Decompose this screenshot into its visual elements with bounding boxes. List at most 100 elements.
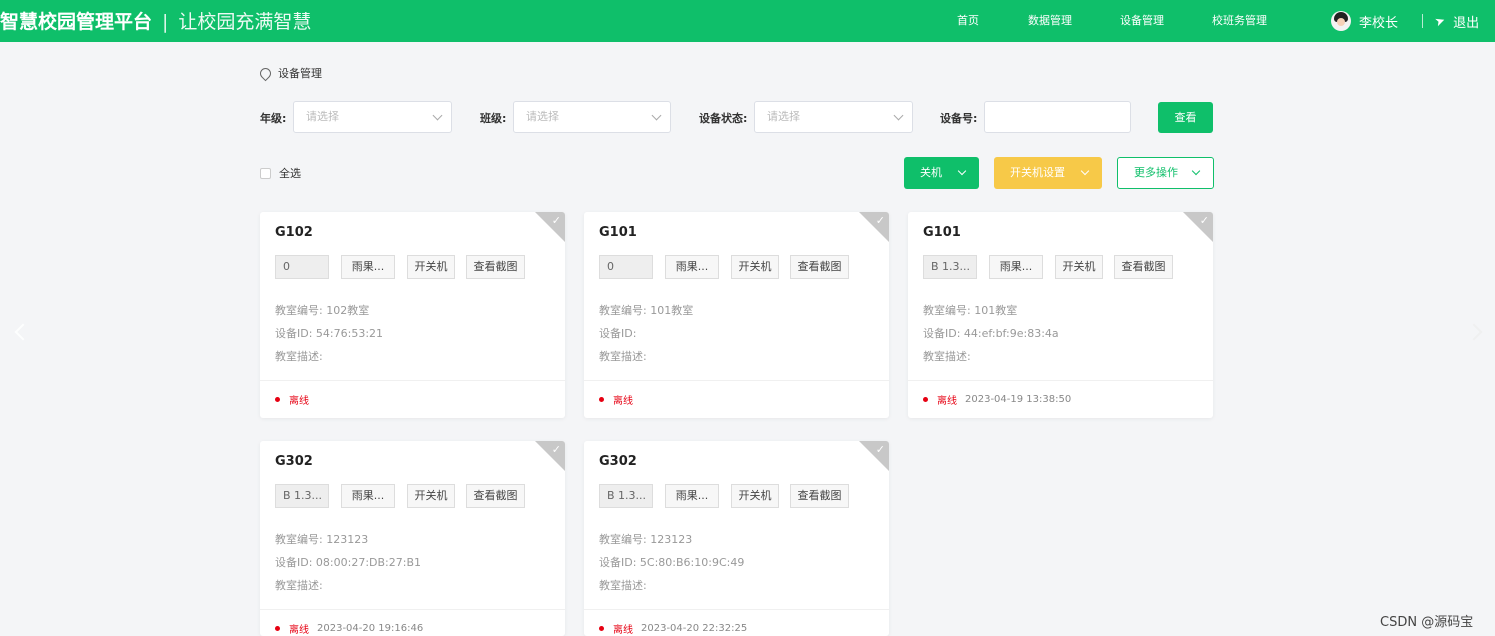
nav-class-affairs-management[interactable]: 校班务管理 [1212,12,1267,28]
brand-title: 智慧校园管理平台 [0,11,153,33]
nav-home[interactable]: 首页 [957,12,979,28]
class-placeholder: 请选择 [526,110,559,123]
device-id-label: 设备ID: [923,327,961,340]
check-icon[interactable]: ✓ [876,443,885,456]
device-card[interactable]: ✓ G101 B 1.3... 雨果... 开关机 查看截图教室编号: 101教室 设备ID… [908,212,1213,418]
device-card[interactable]: ✓ G101 0 雨果... 开关机 查看截图教室编号: 101教室 设备ID: 教室描述:… [584,212,889,418]
classroom-no-label: 教室编号: [599,533,647,546]
class-select[interactable]: 请选择 [513,101,671,133]
check-icon[interactable]: ✓ [1200,214,1209,227]
check-icon[interactable]: ✓ [552,214,561,227]
device-title: G302 [599,454,637,469]
device-status-bar: 离线 [260,380,565,418]
avatar[interactable] [1331,11,1351,31]
device-value: B 1.3... [923,255,977,279]
send-icon[interactable]: ➤ [1433,13,1447,30]
device-value: B 1.3... [599,484,653,508]
status-label: 设备状态: [699,112,748,125]
device-title: G102 [275,225,313,240]
chevron-down-icon [957,166,967,176]
classroom-no-value: 123123 [326,533,369,546]
top-bar: 智慧校园管理平台 | 让校园充满智慧 首页 数据管理 设备管理 校班务管理 李校长 … [0,0,1495,42]
user-name[interactable]: 李校长 [1359,12,1398,31]
nav-data-management[interactable]: 数据管理 [1028,12,1072,28]
chevron-down-icon [1080,166,1090,176]
classroom-no-value: 102教室 [326,304,370,317]
device-id-label: 设备ID: [599,327,637,340]
device-info: 教室编号: 123123 设备ID: 08:00:27:DB:27:B1 教室描述: [275,528,421,597]
more-actions-button[interactable]: 更多操作 [1117,157,1214,189]
status-timestamp: 2023-04-19 13:38:50 [965,394,1072,405]
carousel-prev-icon[interactable] [14,323,32,341]
device-card[interactable]: ✓ G102 0 雨果... 开关机 查看截图 教室编号: 102教室 设备ID: 54:76… [260,212,565,418]
view-screenshot-button[interactable]: 查看截图 [790,255,849,279]
device-option-button[interactable]: 雨果... [341,484,395,508]
power-settings-button[interactable]: 开关机设置 [994,157,1102,189]
shutdown-button[interactable]: 关机 [904,157,979,189]
classroom-no-label: 教室编号: [275,304,323,317]
view-screenshot-button[interactable]: 查看截图 [790,484,849,508]
grade-select[interactable]: 请选择 [293,101,452,133]
device-status-bar: 离线 2023-04-20 22:32:25 [584,609,889,636]
watermark: CSDN @源码宝 [1380,615,1474,630]
device-option-button[interactable]: 雨果... [665,255,719,279]
power-toggle-button[interactable]: 开关机 [731,484,779,508]
device-card[interactable]: ✓ G302 B 1.3... 雨果... 开关机 查看截图教室编号: 123123 设备I… [584,441,889,636]
status-select[interactable]: 请选择 [754,101,913,133]
status-timestamp: 2023-04-20 19:16:46 [317,623,424,634]
classroom-desc-label: 教室描述: [275,350,323,363]
device-card[interactable]: ✓ G302 B 1.3... 雨果... 开关机 查看截图教室编号: 123123 设备I… [260,441,565,636]
power-toggle-button[interactable]: 开关机 [731,255,779,279]
status-text: 离线 [613,625,633,636]
device-info: 教室编号: 123123 设备ID: 5C:80:B6:10:9C:49 教室描述: [599,528,744,597]
classroom-desc-label: 教室描述: [599,350,647,363]
select-all-checkbox[interactable] [260,167,271,179]
device-option-button[interactable]: 雨果... [989,255,1043,279]
brand-separator: | [162,11,169,33]
nav-device-management[interactable]: 设备管理 [1120,12,1164,28]
status-dot-icon [275,626,280,631]
grade-placeholder: 请选择 [306,110,339,123]
carousel-next-icon[interactable] [1465,323,1483,341]
classroom-no-label: 教室编号: [275,533,323,546]
classroom-no-label: 教室编号: [599,304,647,317]
logout-button[interactable]: 退出 [1453,12,1479,31]
power-toggle-button[interactable]: 开关机 [1055,255,1103,279]
class-label: 班级: [480,112,507,125]
select-all[interactable]: 全选 [260,165,301,181]
check-icon[interactable]: ✓ [876,214,885,227]
device-info: 教室编号: 101教室 设备ID: 教室描述: [599,299,693,368]
device-id-value: 44:ef:bf:9e:83:4a [963,327,1059,340]
device-option-button[interactable]: 雨果... [665,484,719,508]
chevron-down-icon [432,110,443,121]
device-id-label: 设备ID: [599,556,637,569]
location-pin-icon [260,68,269,79]
device-info: 教室编号: 101教室 设备ID: 44:ef:bf:9e:83:4a 教室描述: [923,299,1059,368]
breadcrumb: 设备管理 [260,65,322,81]
device-title: G101 [599,225,637,240]
device-id-label: 设备ID: [275,327,313,340]
device-value: B 1.3... [275,484,329,508]
view-screenshot-button[interactable]: 查看截图 [1114,255,1173,279]
view-screenshot-button[interactable]: 查看截图 [466,484,525,508]
power-toggle-button[interactable]: 开关机 [407,484,455,508]
power-toggle-button[interactable]: 开关机 [407,255,455,279]
device-value: 0 [599,255,653,279]
classroom-no-value: 101教室 [650,304,694,317]
chevron-down-icon [1191,166,1201,176]
classroom-no-value: 123123 [650,533,693,546]
view-screenshot-button[interactable]: 查看截图 [466,255,525,279]
classroom-no-value: 101教室 [974,304,1018,317]
device-title: G302 [275,454,313,469]
device-id-label: 设备ID: [275,556,313,569]
chevron-down-icon [651,110,662,121]
device-no-input[interactable] [984,101,1131,133]
device-option-button[interactable]: 雨果... [341,255,395,279]
device-title: G101 [923,225,961,240]
classroom-no-label: 教室编号: [923,304,971,317]
device-no-label: 设备号: [940,112,978,125]
filter-bar: 年级: 请选择 班级: 请选择 设备状态: 请选择 设备号: 查看 [0,101,1495,133]
status-dot-icon [599,397,604,402]
query-button[interactable]: 查看 [1158,102,1213,133]
check-icon[interactable]: ✓ [552,443,561,456]
